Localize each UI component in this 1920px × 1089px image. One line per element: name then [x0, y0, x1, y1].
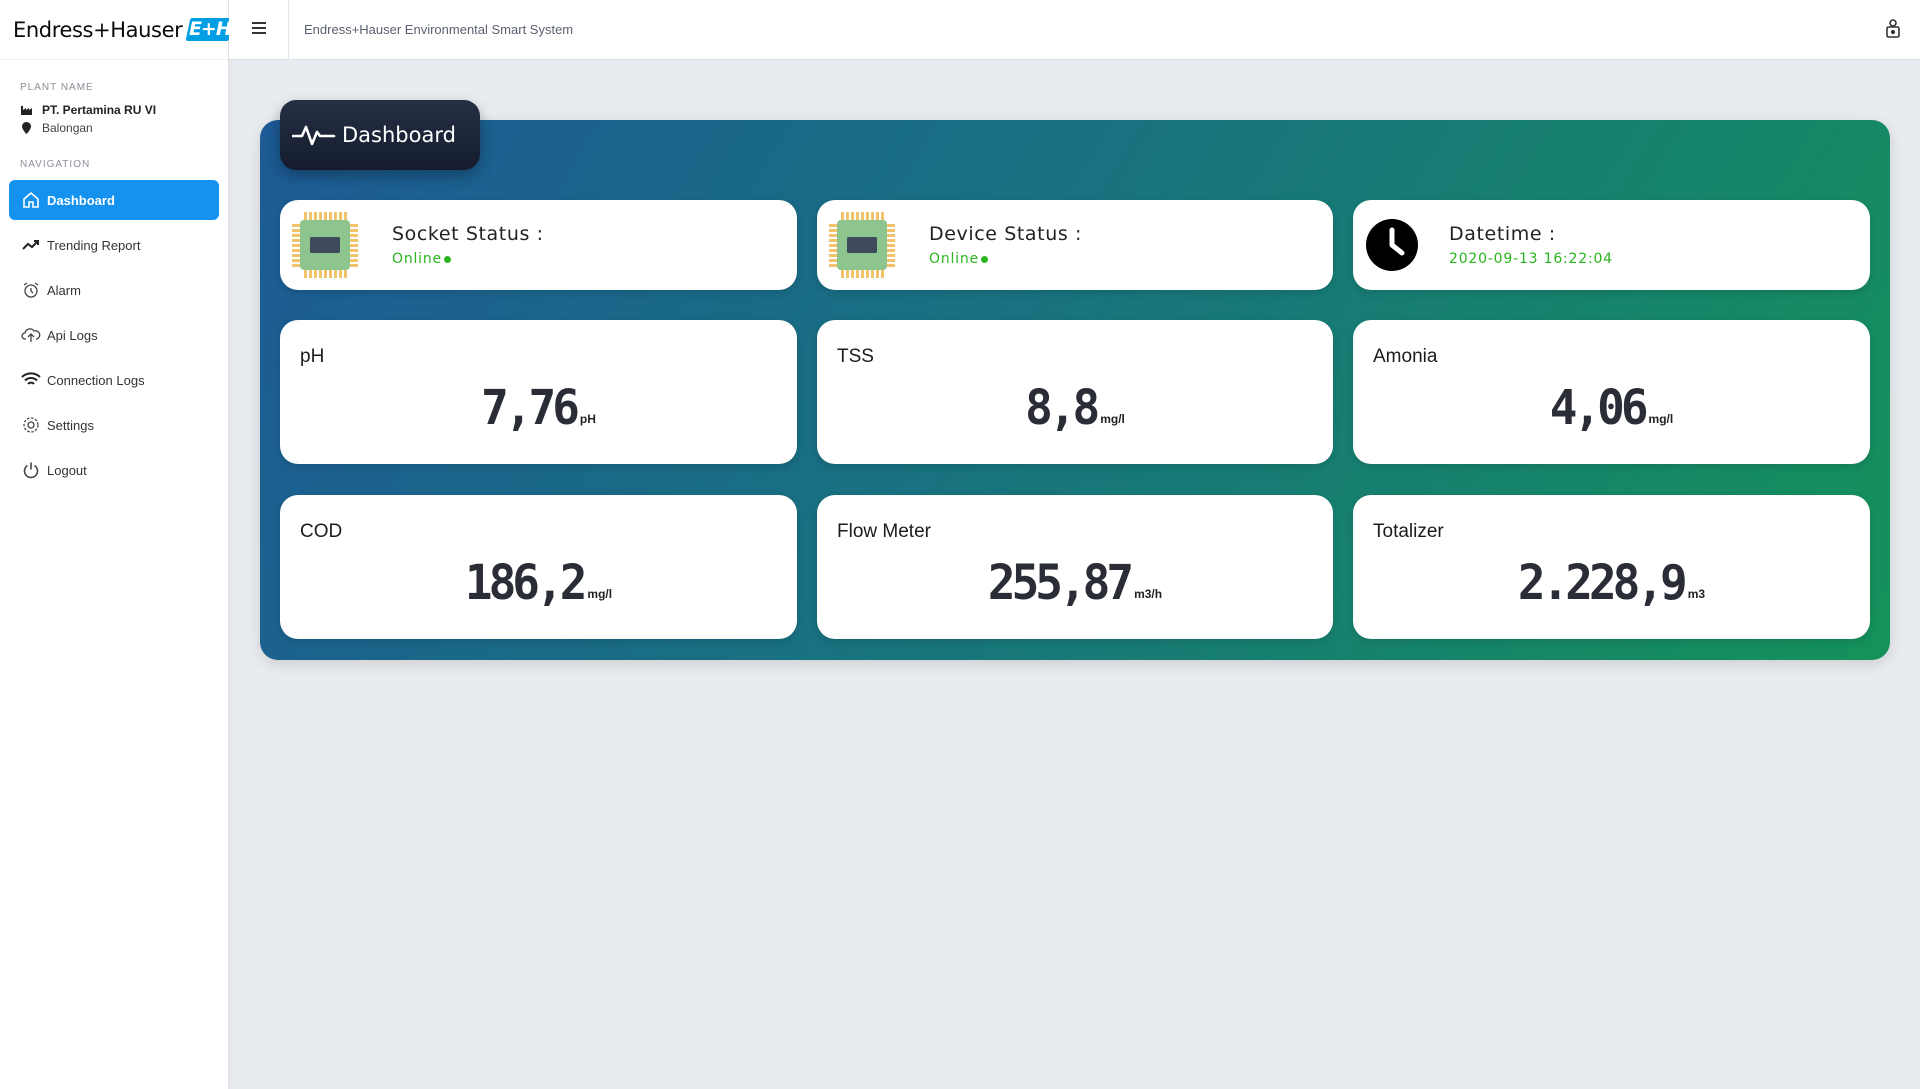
- chip-icon: [292, 212, 358, 278]
- metric-card-cod: COD 186,2 mg/l: [280, 495, 797, 639]
- home-icon: [21, 190, 41, 210]
- plant-section-label: PLANT NAME: [20, 82, 94, 93]
- datetime-value: 2020-09-13 16:22:04: [1449, 251, 1613, 267]
- sidebar-item-trending-report[interactable]: Trending Report: [9, 225, 219, 265]
- clock-icon: [1366, 219, 1418, 271]
- metric-card-tss: TSS 8,8 mg/l: [817, 320, 1333, 464]
- metric-value: 8,8: [1025, 378, 1100, 436]
- gear-icon: [21, 415, 41, 435]
- metric-label: Amonia: [1373, 346, 1438, 367]
- plant-location: Balongan: [42, 121, 93, 135]
- socket-status-label: Socket Status :: [392, 223, 544, 245]
- brand-name: Endress+Hauser: [13, 17, 183, 42]
- metric-unit: mg/l: [1100, 412, 1125, 426]
- device-status-label: Device Status :: [929, 223, 1083, 245]
- factory-icon: [20, 105, 32, 115]
- metric-value: 4,06: [1549, 378, 1649, 436]
- brand-logo-text: E+H: [188, 18, 232, 40]
- metric-unit: m3: [1687, 587, 1706, 601]
- user-menu-button[interactable]: [1882, 18, 1904, 42]
- sidebar-item-connection-logs[interactable]: Connection Logs: [9, 360, 219, 400]
- app-title: Endress+Hauser Environmental Smart Syste…: [304, 22, 574, 37]
- sidebar-item-logout[interactable]: Logout: [9, 450, 219, 490]
- metric-label: Totalizer: [1373, 521, 1444, 542]
- sidebar-item-label: Alarm: [47, 282, 81, 298]
- device-status-value: Online: [929, 251, 979, 267]
- sidebar-item-label: Logout: [47, 462, 87, 478]
- sidebar-item-label: Settings: [47, 417, 94, 433]
- socket-status-value: Online: [392, 251, 442, 267]
- metric-card-flow-meter: Flow Meter 255,87 m3/h: [817, 495, 1333, 639]
- metric-value: 186,2: [464, 553, 588, 611]
- online-indicator-dot: [443, 255, 451, 263]
- datetime-card: Datetime : 2020-09-13 16:22:04: [1353, 200, 1870, 290]
- metric-card-totalizer: Totalizer 2.228,9 m3: [1353, 495, 1870, 639]
- metric-value: 7,76: [481, 378, 580, 436]
- wifi-icon: [21, 370, 41, 390]
- panel-title-tab: Dashboard: [280, 100, 480, 170]
- metric-unit: pH: [579, 412, 596, 426]
- metric-unit: mg/l: [587, 587, 613, 601]
- top-bar: Endress+Hauser Environmental Smart Syste…: [229, 0, 1920, 60]
- metric-label: pH: [300, 346, 325, 367]
- alarm-clock-icon: [21, 280, 41, 300]
- panel-title: Dashboard: [342, 123, 456, 147]
- brand[interactable]: Endress+Hauser E+H: [0, 0, 234, 60]
- navigation-section-label: NAVIGATION: [20, 159, 91, 170]
- metric-value: 255,87: [987, 553, 1134, 611]
- plant-info: PT. Pertamina RU VI Balongan: [0, 101, 228, 137]
- sidebar-item-label: Trending Report: [47, 237, 141, 253]
- power-icon: [21, 460, 41, 480]
- sidebar: Endress+Hauser E+H PLANT NAME PT. Pertam…: [0, 0, 234, 1089]
- metric-label: TSS: [837, 346, 874, 367]
- plant-name: PT. Pertamina RU VI: [42, 103, 157, 117]
- hamburger-icon: [251, 21, 266, 39]
- metric-card-amonia: Amonia 4,06 mg/l: [1353, 320, 1870, 464]
- sidebar-item-api-logs[interactable]: Api Logs: [9, 315, 219, 355]
- metric-value: 2.228,9: [1517, 553, 1688, 611]
- cloud-upload-icon: [21, 325, 41, 345]
- metric-unit: mg/l: [1648, 412, 1674, 426]
- map-pin-icon: [20, 122, 32, 134]
- metric-unit: m3/h: [1134, 587, 1163, 601]
- datetime-label: Datetime :: [1449, 223, 1556, 245]
- chip-icon: [829, 212, 895, 278]
- device-status-card: Device Status : Online: [817, 200, 1333, 290]
- sidebar-item-label: Api Logs: [47, 327, 98, 343]
- trending-up-icon: [21, 235, 41, 255]
- brand-logo: E+H: [185, 18, 234, 41]
- sidebar-item-alarm[interactable]: Alarm: [9, 270, 219, 310]
- heartbeat-icon: [292, 120, 336, 150]
- user-lock-icon: [1885, 18, 1901, 43]
- online-indicator-dot: [980, 255, 988, 263]
- metric-label: Flow Meter: [837, 521, 931, 542]
- socket-status-card: Socket Status : Online: [280, 200, 797, 290]
- metric-card-ph: pH 7,76 pH: [280, 320, 797, 464]
- sidebar-item-dashboard[interactable]: Dashboard: [9, 180, 219, 220]
- sidebar-item-label: Connection Logs: [47, 372, 145, 388]
- sidebar-item-label: Dashboard: [47, 192, 115, 208]
- nav-list: Dashboard Trending Report Alarm Api Logs…: [0, 180, 228, 490]
- metric-label: COD: [300, 521, 343, 542]
- menu-toggle-button[interactable]: [229, 0, 289, 60]
- sidebar-item-settings[interactable]: Settings: [9, 405, 219, 445]
